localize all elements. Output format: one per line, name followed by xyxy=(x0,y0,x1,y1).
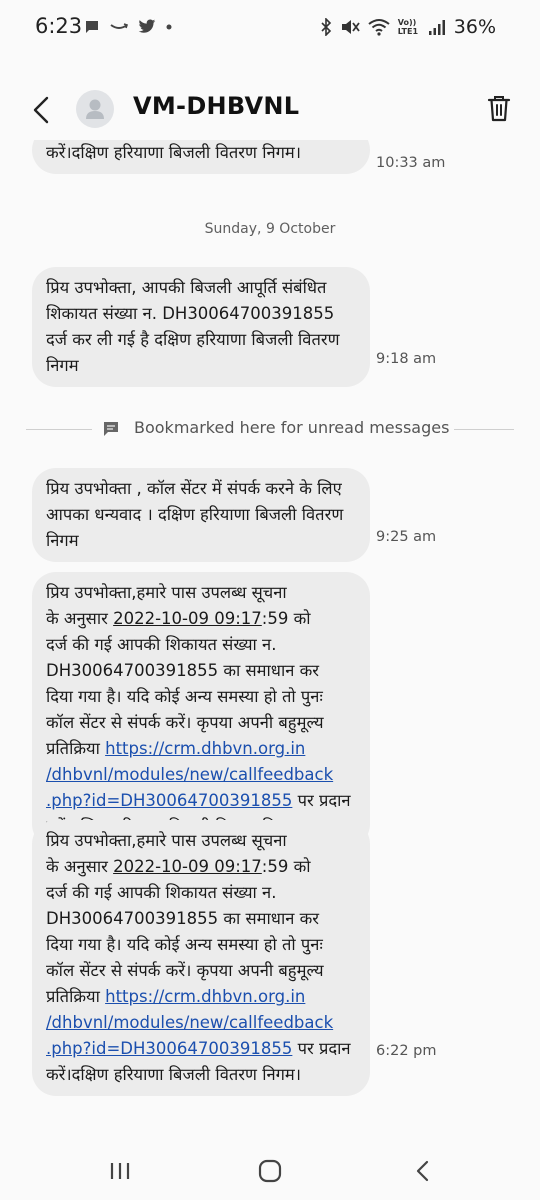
datetime-link[interactable]: 2022-10-09 09:17 xyxy=(113,609,262,628)
message-line: निगम xyxy=(46,356,79,375)
person-icon xyxy=(86,99,104,119)
text-span: पर प्रदान xyxy=(292,791,351,810)
message-bubble[interactable]: प्रिय उपभोक्ता,हमारे पास उपलब्ध सूचना के… xyxy=(32,572,370,848)
message-time: 6:22 pm xyxy=(376,1043,437,1059)
dot-icon xyxy=(166,24,172,30)
message-line: DH30064700391855 का समाधान कर xyxy=(46,909,320,928)
navigation-bar xyxy=(0,1140,540,1200)
wifi-icon xyxy=(368,19,390,36)
home-button[interactable] xyxy=(250,1154,290,1188)
message-bubble[interactable]: करें।दक्षिण हरियाणा बिजली वितरण निगम। xyxy=(32,140,370,174)
message-bubble[interactable]: प्रिय उपभोक्ता,हमारे पास उपलब्ध सूचना के… xyxy=(32,820,370,1096)
bookmark-text: Bookmarked here for unread messages xyxy=(134,418,450,437)
divider xyxy=(454,429,514,430)
message-line: .php?id=DH30064700391855 पर प्रदान xyxy=(46,788,356,814)
status-bar: 6:23 Vo)) LTE1 36% xyxy=(0,0,540,56)
message-time: 10:33 am xyxy=(376,155,446,171)
message-line: प्रिय उपभोक्ता,हमारे पास उपलब्ध सूचना xyxy=(46,583,287,602)
feedback-link[interactable]: https://crm.dhbvn.org.in xyxy=(105,987,305,1006)
feedback-link[interactable]: .php?id=DH30064700391855 xyxy=(46,791,292,810)
amazon-icon xyxy=(110,23,128,29)
text-span: पर प्रदान xyxy=(292,1039,351,1058)
text-span: के अनुसार xyxy=(46,609,114,628)
message-line: दिया गया है। यदि कोई अन्य समस्या हो तो प… xyxy=(46,687,323,706)
message-line: DH30064700391855 का समाधान कर xyxy=(46,661,320,680)
message-bubble[interactable]: प्रिय उपभोक्ता, आपकी बिजली आपूर्ति संबंध… xyxy=(32,267,370,387)
text-span: प्रतिक्रिया xyxy=(46,739,106,758)
message-thread[interactable]: करें।दक्षिण हरियाणा बिजली वितरण निगम। 10… xyxy=(0,140,540,1140)
message-line: .php?id=DH30064700391855 पर प्रदान xyxy=(46,1036,356,1062)
bluetooth-icon xyxy=(321,18,331,36)
message-line: आपका धन्यवाद । दक्षिण हरियाणा बिजली वितर… xyxy=(46,505,344,524)
date-separator: Sunday, 9 October xyxy=(204,221,336,237)
twitter-icon xyxy=(138,19,156,33)
trash-icon xyxy=(487,96,511,122)
message-line: प्रिय उपभोक्ता,हमारे पास उपलब्ध सूचना xyxy=(46,831,287,850)
feedback-link[interactable]: /dhbvnl/modules/new/callfeedback xyxy=(46,1013,333,1032)
message-line: करें।दक्षिण हरियाणा बिजली वितरण निगम। xyxy=(46,1065,302,1084)
signal-icon xyxy=(428,20,445,35)
system-icons: Vo)) LTE1 36% xyxy=(320,14,496,40)
message-line: प्रतिक्रिया https://crm.dhbvn.org.in xyxy=(46,736,356,762)
volte-icon: Vo)) LTE1 xyxy=(397,18,419,36)
message-line: शिकायत संख्या न. DH30064700391855 xyxy=(46,304,335,323)
message-line: /dhbvnl/modules/new/callfeedback xyxy=(46,1010,356,1036)
avatar[interactable] xyxy=(76,90,114,128)
divider xyxy=(26,429,92,430)
contact-name: VM-DHBVNL xyxy=(133,92,300,120)
message-line: /dhbvnl/modules/new/callfeedback xyxy=(46,762,356,788)
message-line: दिया गया है। यदि कोई अन्य समस्या हो तो प… xyxy=(46,935,323,954)
bookmark-chat-icon xyxy=(104,422,118,436)
message-line: प्रतिक्रिया https://crm.dhbvn.org.in xyxy=(46,984,356,1010)
back-button[interactable] xyxy=(26,90,56,130)
chevron-left-icon xyxy=(33,96,49,124)
mute-icon xyxy=(341,20,360,34)
feedback-link[interactable]: /dhbvnl/modules/new/callfeedback xyxy=(46,765,333,784)
message-line: दर्ज कर ली गई है दक्षिण हरियाणा बिजली वि… xyxy=(46,330,340,349)
back-nav-button[interactable] xyxy=(402,1154,442,1188)
message-line: के अनुसार 2022-10-09 09:17:59 को xyxy=(46,606,356,632)
message-line: दर्ज की गई आपकी शिकायत संख्या न. xyxy=(46,883,277,902)
recent-apps-button[interactable] xyxy=(100,1154,140,1188)
message-line: कॉल सेंटर से संपर्क करें। कृपया अपनी बहु… xyxy=(46,713,324,732)
unread-bookmark: Bookmarked here for unread messages xyxy=(26,414,514,444)
battery-level: 36% xyxy=(453,16,496,38)
message-line: के अनुसार 2022-10-09 09:17:59 को xyxy=(46,854,356,880)
home-icon xyxy=(258,1159,282,1183)
back-icon xyxy=(416,1160,429,1182)
recent-apps-icon xyxy=(110,1163,130,1179)
text-span: :59 को xyxy=(261,609,311,628)
feedback-link[interactable]: https://crm.dhbvn.org.in xyxy=(105,739,305,758)
delete-button[interactable] xyxy=(484,88,514,128)
message-line: कॉल सेंटर से संपर्क करें। कृपया अपनी बहु… xyxy=(46,961,324,980)
conversation-header: VM-DHBVNL xyxy=(0,70,540,150)
message-text: करें।दक्षिण हरियाणा बिजली वितरण निगम। xyxy=(46,143,302,162)
message-line: दर्ज की गई आपकी शिकायत संख्या न. xyxy=(46,635,277,654)
message-bubble[interactable]: प्रिय उपभोक्ता , कॉल सेंटर में संपर्क कर… xyxy=(32,468,370,562)
datetime-link[interactable]: 2022-10-09 09:17 xyxy=(113,857,262,876)
text-span: के अनुसार xyxy=(46,857,114,876)
message-line: प्रिय उपभोक्ता, आपकी बिजली आपूर्ति संबंध… xyxy=(46,278,327,297)
message-time: 9:25 am xyxy=(376,529,437,545)
message-time: 9:18 am xyxy=(376,351,437,367)
text-span: :59 को xyxy=(261,857,311,876)
message-line: प्रिय उपभोक्ता , कॉल सेंटर में संपर्क कर… xyxy=(46,479,342,498)
feedback-link[interactable]: .php?id=DH30064700391855 xyxy=(46,1039,292,1058)
status-time: 6:23 xyxy=(35,14,83,38)
chat-bubble-icon xyxy=(86,21,98,33)
message-line: निगम xyxy=(46,531,79,550)
text-span: प्रतिक्रिया xyxy=(46,987,106,1006)
notification-icons xyxy=(84,14,172,40)
